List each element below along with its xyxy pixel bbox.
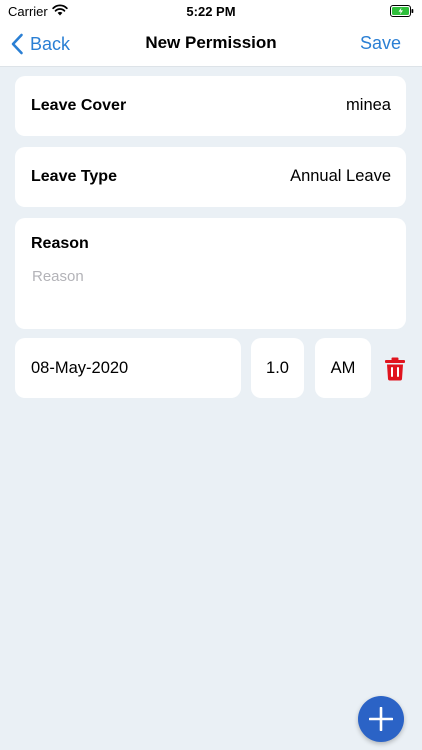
reason-input[interactable] [32, 264, 382, 288]
days-field[interactable]: 1.0 [251, 338, 304, 398]
navigation-bar: Back New Permission Save [0, 22, 422, 67]
reason-card: Reason [15, 218, 406, 329]
days-value: 1.0 [266, 359, 289, 377]
save-button[interactable]: Save [360, 33, 401, 54]
leave-cover-value: minea [346, 96, 391, 114]
leave-type-label: Leave Type [31, 168, 117, 185]
trash-icon[interactable] [384, 357, 406, 381]
leave-cover-row[interactable]: Leave Cover minea [15, 76, 406, 136]
leave-type-value: Annual Leave [290, 167, 391, 185]
clock: 5:22 PM [186, 4, 236, 19]
leave-cover-label: Leave Cover [31, 97, 127, 114]
add-entry-button[interactable] [358, 696, 404, 742]
leave-type-row[interactable]: Leave Type Annual Leave [15, 147, 406, 207]
date-value: 08-May-2020 [31, 359, 129, 377]
battery-charging-icon [390, 5, 414, 17]
period-field[interactable]: AM [315, 338, 371, 398]
plus-icon [369, 707, 393, 731]
status-bar: Carrier 5:22 PM [0, 0, 422, 22]
period-value: AM [330, 359, 356, 377]
page-title: New Permission [145, 33, 277, 52]
reason-label: Reason [31, 235, 89, 252]
date-field[interactable]: 08-May-2020 [15, 338, 241, 398]
